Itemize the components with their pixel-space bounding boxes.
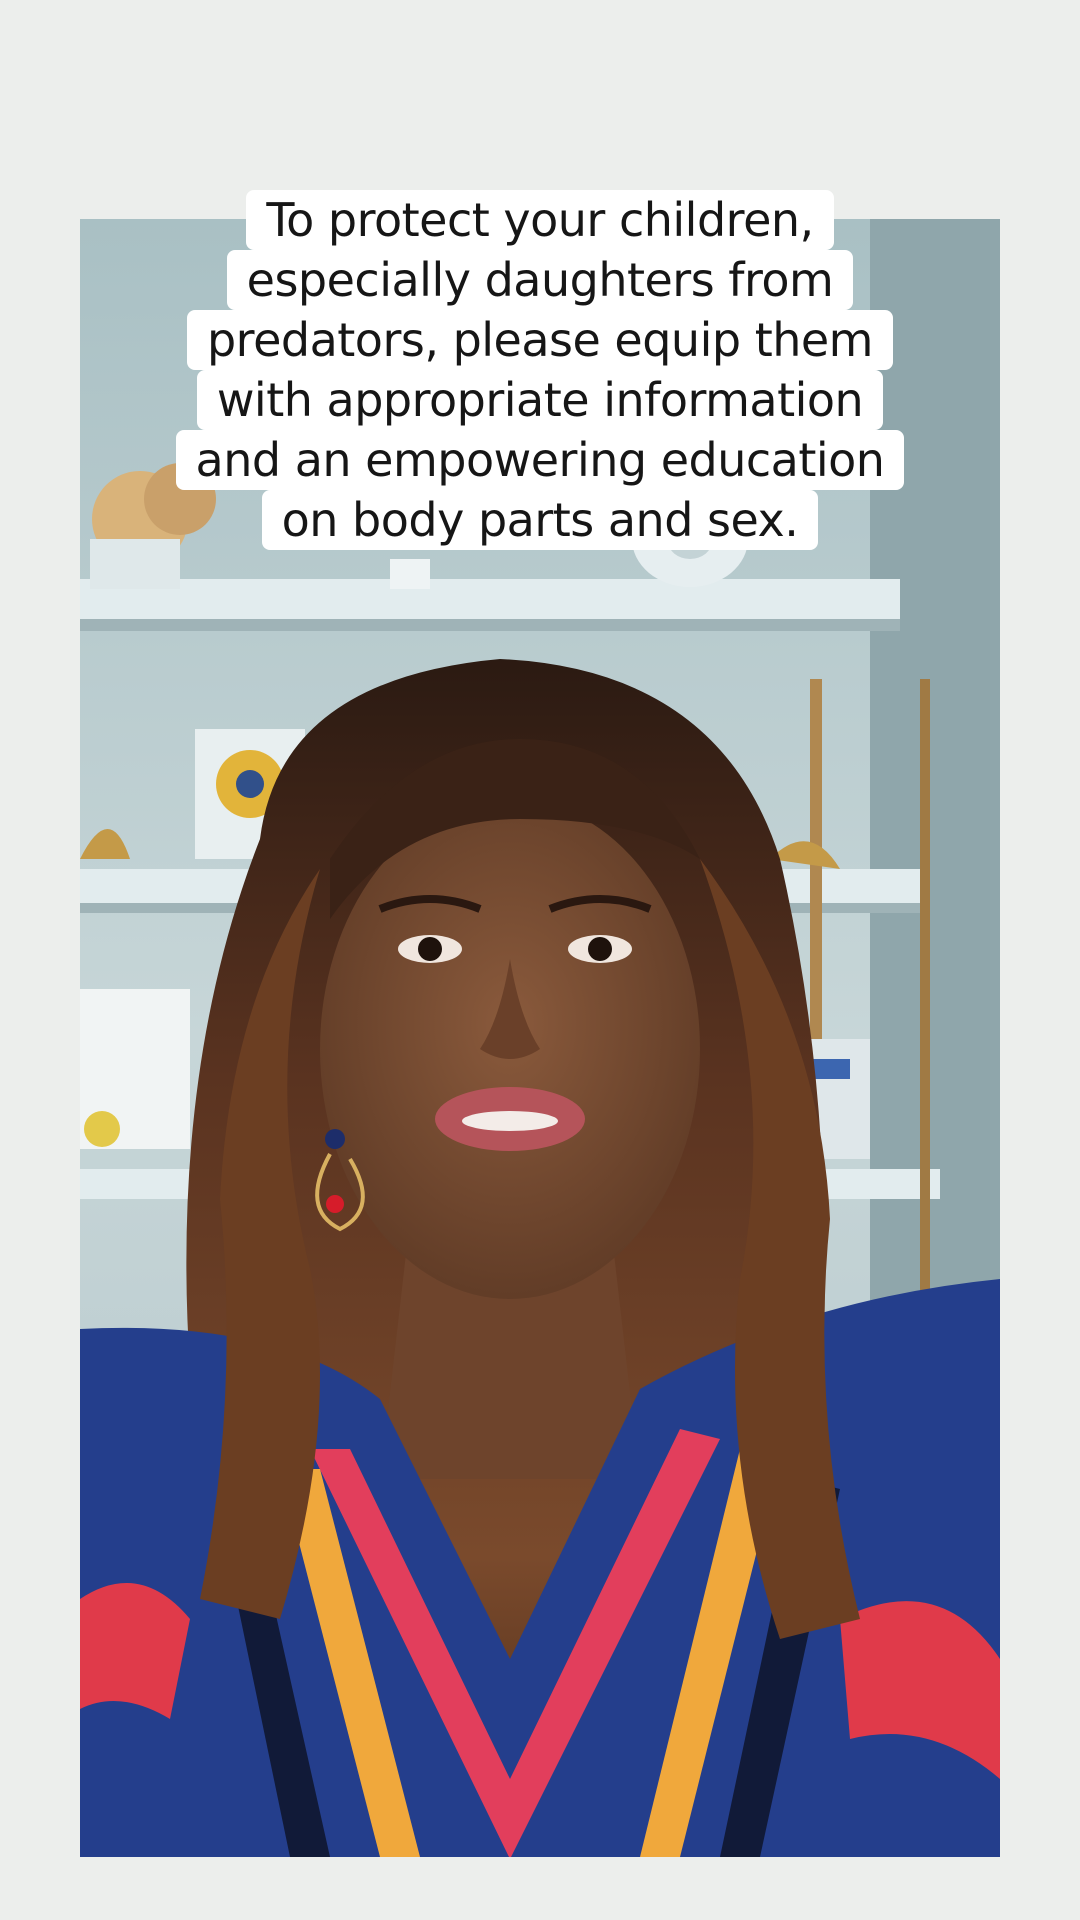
page: To protect your children, especially dau… — [0, 0, 1080, 1920]
video-frame[interactable] — [80, 219, 1000, 1857]
video-still — [80, 219, 1000, 1857]
